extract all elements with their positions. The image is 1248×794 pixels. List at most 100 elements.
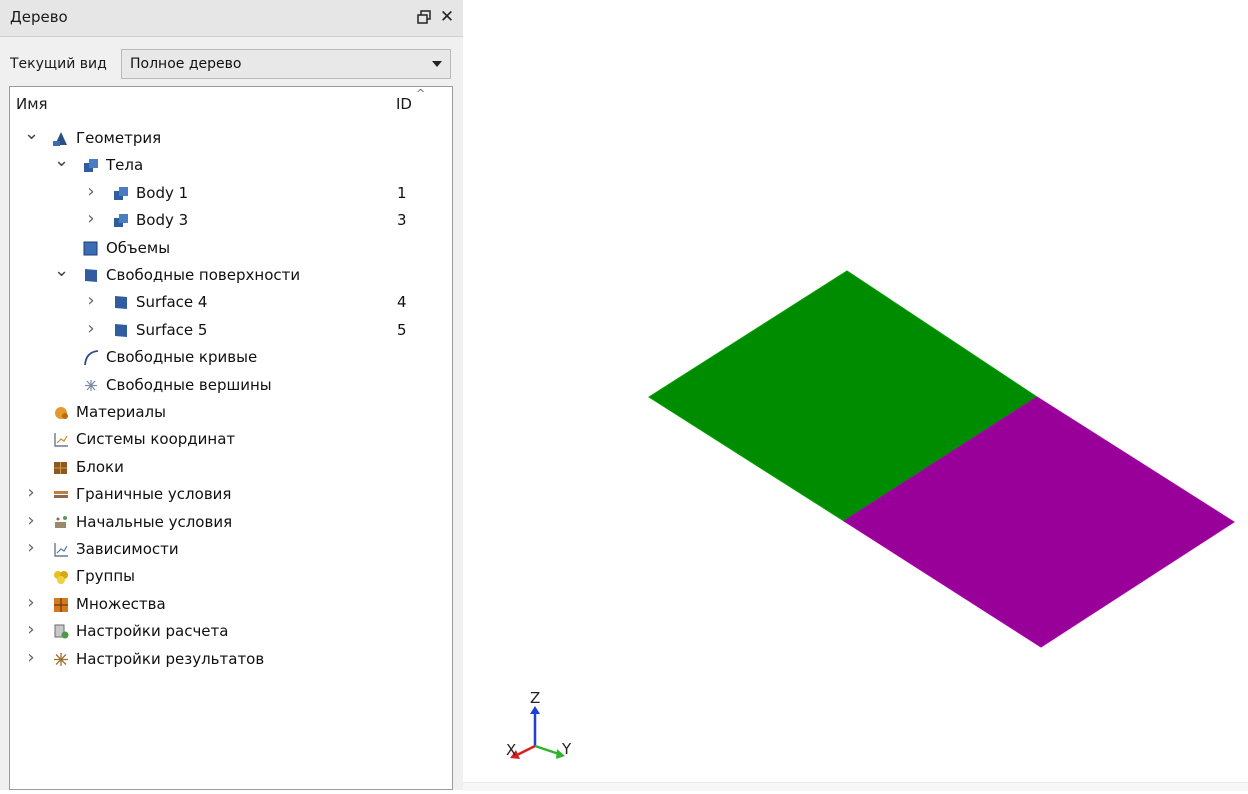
tree-item[interactable]: Материалы	[10, 399, 430, 426]
tree-item[interactable]: Свободные вершины	[10, 372, 430, 399]
chevron-right-icon[interactable]: ›	[24, 536, 38, 563]
tree-item-label: Граничные условия	[76, 485, 232, 504]
tree-item[interactable]: › Настройки результатов	[10, 646, 430, 673]
tree-item-label: Body 3	[136, 211, 189, 230]
tree-item[interactable]: Объемы	[10, 235, 430, 262]
tree-item[interactable]: › Настройки расчета	[10, 618, 430, 645]
current-view-value: Полное дерево	[130, 56, 242, 72]
materials-icon	[52, 404, 70, 421]
tree-item[interactable]: › Граничные условия	[10, 481, 430, 508]
surface-icon	[112, 294, 130, 311]
3d-viewport[interactable]: Z Y X	[463, 0, 1248, 790]
tree-item-label: Surface 4	[136, 293, 208, 312]
axis-triad: Z Y X	[506, 689, 572, 759]
tree-item-label: Свободные поверхности	[106, 266, 301, 284]
tree-item-id: 1	[397, 183, 407, 202]
tree-item[interactable]: ⌄ Геометрия	[10, 125, 430, 152]
close-icon[interactable]: ✕	[437, 5, 457, 29]
chevron-right-icon[interactable]: ›	[84, 289, 98, 316]
panel-titlebar: Дерево ✕	[0, 0, 463, 37]
tree-header: Имя ID ^	[10, 87, 452, 119]
tree-item-label: Начальные условия	[76, 512, 233, 531]
chevron-right-icon[interactable]: ›	[24, 646, 38, 673]
chevron-right-icon[interactable]: ›	[24, 481, 38, 508]
surface-icon	[112, 322, 130, 339]
tree-item[interactable]: › Множества	[10, 591, 430, 618]
sets-icon	[52, 596, 70, 613]
tree-item[interactable]: ⌄ Тела	[10, 152, 430, 179]
z-axis-label: Z	[530, 689, 540, 707]
tree-item-label: Тела	[106, 156, 144, 175]
boundary-conditions-icon	[52, 486, 70, 503]
tree-item-label: Свободные вершины	[106, 375, 272, 394]
tree-item[interactable]: › Body 1 1	[10, 180, 430, 207]
chevron-right-icon[interactable]: ›	[24, 591, 38, 618]
current-view-select[interactable]: Полное дерево	[121, 49, 451, 79]
volumes-icon	[82, 240, 100, 257]
blocks-icon	[52, 459, 70, 476]
viewport-canvas[interactable]: Z Y X	[463, 0, 1248, 790]
tree-item[interactable]: › Surface 5 5	[10, 317, 430, 344]
tree-item-label: Настройки расчета	[76, 622, 229, 641]
tree-item[interactable]: ⌄ Свободные поверхности	[10, 262, 430, 289]
tree-item-label: Множества	[76, 594, 166, 613]
results-settings-icon	[52, 651, 70, 668]
geometry-icon	[52, 130, 70, 147]
tree-item-label: Блоки	[76, 457, 124, 476]
chevron-right-icon[interactable]: ›	[84, 207, 98, 234]
tree-item-label: Surface 5	[136, 320, 208, 339]
tree-item-id: 5	[397, 320, 407, 339]
tree-item-label: Материалы	[76, 403, 166, 421]
current-view-label: Текущий вид	[10, 56, 107, 72]
bodies-icon	[82, 157, 100, 174]
tree-item[interactable]: Системы координат	[10, 426, 430, 453]
chevron-right-icon[interactable]: ›	[84, 180, 98, 207]
tree-item-label: Body 1	[136, 183, 189, 202]
tree-item[interactable]: Свободные кривые	[10, 344, 430, 371]
coordinate-systems-icon	[52, 431, 70, 448]
tree-item[interactable]: › Начальные условия	[10, 509, 430, 536]
y-axis-label: Y	[561, 740, 572, 758]
tree-item[interactable]: Группы	[10, 563, 430, 590]
chevron-down-icon[interactable]: ⌄	[54, 262, 69, 289]
z-axis-arrow-icon	[530, 706, 540, 714]
dependencies-icon	[52, 541, 70, 558]
groups-icon	[52, 568, 70, 585]
y-axis-line	[534, 744, 560, 756]
panel-title: Дерево	[10, 8, 68, 26]
chevron-right-icon[interactable]: ›	[84, 317, 98, 344]
tree-item-id: 3	[397, 211, 407, 230]
tree-item-label: Системы координат	[76, 430, 236, 449]
tree-item[interactable]: Блоки	[10, 454, 430, 481]
body-icon	[112, 185, 130, 202]
tree-panel: Дерево ✕ Текущий вид Полное дерево Имя I…	[0, 0, 464, 790]
chevron-down-icon[interactable]: ⌄	[54, 152, 69, 179]
restore-icon[interactable]	[414, 5, 434, 29]
chevron-right-icon[interactable]: ›	[24, 618, 38, 645]
column-header-name[interactable]: Имя	[16, 95, 48, 113]
tree-item[interactable]: › Зависимости	[10, 536, 430, 563]
column-header-id[interactable]: ID	[396, 95, 412, 113]
tree-item-label: Объемы	[106, 238, 171, 257]
tree-view[interactable]: Имя ID ^ ⌄ Геометрия ⌄ Тела › Body 1 1 › Body 3 3…	[9, 86, 453, 790]
tree-item-label: Зависимости	[76, 540, 179, 558]
chevron-down-icon	[432, 61, 442, 67]
chevron-down-icon[interactable]: ⌄	[24, 125, 39, 152]
tree-item-label: Свободные кривые	[106, 348, 258, 367]
tree-item-label: Геометрия	[76, 129, 162, 147]
tree-item[interactable]: › Surface 4 4	[10, 289, 430, 316]
chevron-right-icon[interactable]: ›	[24, 509, 38, 536]
solver-settings-icon	[52, 623, 70, 640]
vertex-icon	[82, 377, 100, 394]
tree-item-label: Группы	[76, 567, 136, 586]
tree-item-label: Настройки результатов	[76, 649, 265, 668]
body-icon	[112, 212, 130, 229]
current-view-row: Текущий вид Полное дерево	[0, 44, 463, 84]
tree-item[interactable]: › Body 3 3	[10, 207, 430, 234]
sort-up-icon: ^	[416, 87, 426, 100]
curve-icon	[82, 349, 100, 366]
x-axis-label: X	[506, 741, 516, 759]
tree-item-id: 4	[397, 293, 407, 312]
initial-conditions-icon	[52, 514, 70, 531]
surfaces-icon	[82, 267, 100, 284]
